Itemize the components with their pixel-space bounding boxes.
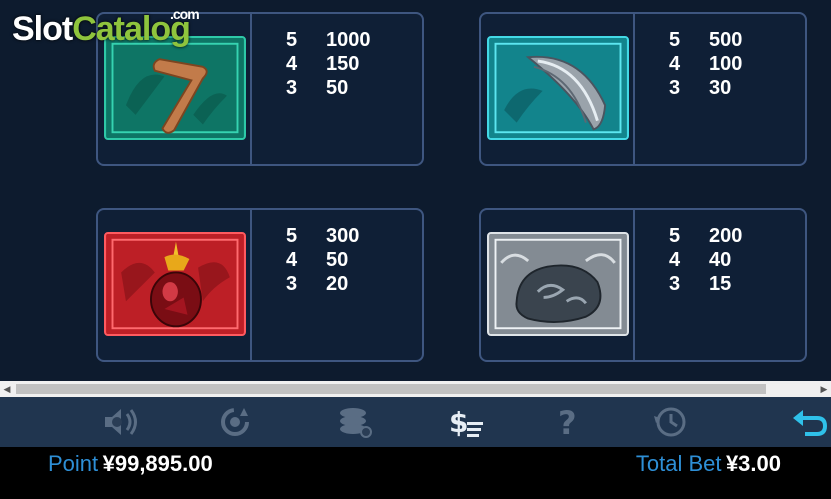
pay-count: 5 <box>286 29 298 51</box>
history-icon[interactable] <box>650 403 690 441</box>
pay-row: 3 20 <box>286 272 359 296</box>
status-bar: Point ¥99,895.00 Total Bet ¥3.00 <box>0 447 831 499</box>
pay-count: 5 <box>669 225 681 247</box>
pay-count: 4 <box>286 53 298 75</box>
pay-count: 3 <box>669 273 681 295</box>
pay-row: 4 150 <box>286 52 371 76</box>
card-divider <box>633 210 635 360</box>
point-value: ¥99,895.00 <box>102 451 213 476</box>
back-icon[interactable] <box>790 403 830 441</box>
pay-count: 5 <box>669 29 681 51</box>
pay-row: 5 1000 <box>286 28 371 52</box>
feather-icon <box>487 36 629 140</box>
pay-value: 30 <box>709 77 732 99</box>
pay-value: 100 <box>709 53 743 75</box>
pay-value: 1000 <box>326 29 371 51</box>
pay-count: 3 <box>286 77 298 99</box>
pay-row: 3 30 <box>669 76 742 100</box>
pay-row: 5 300 <box>286 224 359 248</box>
pay-row: 5 500 <box>669 28 742 52</box>
svg-text:?: ? <box>558 404 577 440</box>
total-bet: Total Bet ¥3.00 <box>636 451 781 477</box>
pay-row: 3 50 <box>286 76 371 100</box>
coins-settings-icon[interactable] <box>335 403 375 441</box>
total-bet-value: ¥3.00 <box>725 451 781 476</box>
point-balance: Point ¥99,895.00 <box>48 451 213 477</box>
pay-count: 4 <box>669 53 681 75</box>
svg-text:$: $ <box>449 406 468 439</box>
pay-count: 3 <box>286 273 298 295</box>
pay-value: 500 <box>709 29 743 51</box>
pay-value: 20 <box>326 273 349 295</box>
pay-row: 4 50 <box>286 248 359 272</box>
paytable-icon[interactable]: $ <box>446 403 486 441</box>
pay-list: 5 300 4 50 3 20 <box>286 224 359 296</box>
pay-value: 150 <box>326 53 360 75</box>
pay-row: 5 200 <box>669 224 742 248</box>
pay-list: 5 500 4 100 3 30 <box>669 28 742 100</box>
pay-value: 200 <box>709 225 743 247</box>
pay-value: 50 <box>326 249 349 271</box>
scroll-right-icon[interactable]: ▶ <box>817 381 831 397</box>
pay-value: 50 <box>326 77 349 99</box>
scroll-left-icon[interactable]: ◀ <box>0 381 14 397</box>
pay-value: 40 <box>709 249 732 271</box>
horizontal-scrollbar[interactable]: ◀ ▶ <box>0 381 831 397</box>
pay-value: 15 <box>709 273 732 295</box>
pay-count: 4 <box>669 249 681 271</box>
card-divider <box>633 14 635 164</box>
paytable-card-stone: 5 200 4 40 3 15 <box>479 208 807 362</box>
pay-row: 4 100 <box>669 52 742 76</box>
autoplay-icon[interactable] <box>215 403 255 441</box>
paytable-card-red-gem: 5 300 4 50 3 20 <box>96 208 424 362</box>
boomerang-icon <box>104 36 246 140</box>
logo-slot-text: Slot <box>12 10 73 48</box>
pay-row: 3 15 <box>669 272 742 296</box>
red-gem-icon <box>104 232 246 336</box>
paytable-panel[interactable]: 5 1000 4 150 3 50 5 500 4 100 3 30 5 300… <box>0 0 831 380</box>
slotcatalog-logo: SlotCatalog .com <box>12 6 200 49</box>
pay-list: 5 200 4 40 3 15 <box>669 224 742 296</box>
card-divider <box>250 14 252 164</box>
stone-icon <box>487 232 629 336</box>
pay-count: 5 <box>286 225 298 247</box>
paytable-card-feather: 5 500 4 100 3 30 <box>479 12 807 166</box>
pay-count: 3 <box>669 77 681 99</box>
help-icon[interactable]: ? <box>548 403 588 441</box>
pay-row: 4 40 <box>669 248 742 272</box>
total-bet-label: Total Bet <box>635 451 722 476</box>
pay-count: 4 <box>286 249 298 271</box>
pay-list: 5 1000 4 150 3 50 <box>286 28 371 100</box>
scrollbar-thumb[interactable] <box>16 384 766 394</box>
pay-value: 300 <box>326 225 360 247</box>
speaker-settings-icon[interactable] <box>100 403 140 441</box>
logo-com-text: .com <box>170 6 200 22</box>
game-toolbar: $ ? <box>0 397 831 447</box>
point-label: Point <box>48 451 99 476</box>
card-divider <box>250 210 252 360</box>
